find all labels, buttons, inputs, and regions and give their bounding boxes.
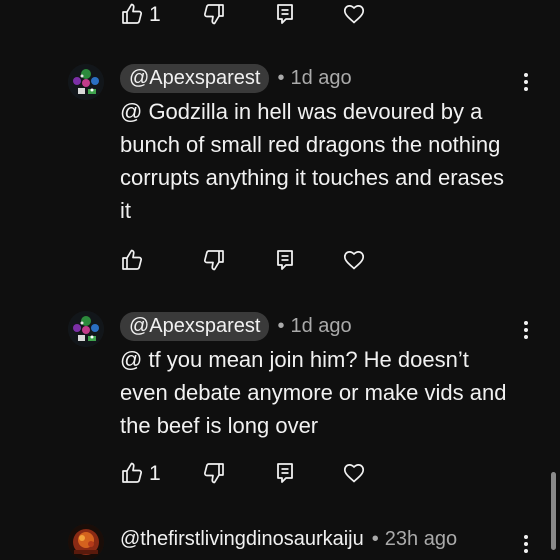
like-button[interactable]: 1 (120, 459, 161, 487)
thumbs-up-icon (120, 461, 144, 485)
user-avatar-image (68, 311, 104, 347)
comment-author-handle[interactable]: @Apexsparest (120, 311, 270, 341)
comment-author-handle[interactable]: @Apexsparest (120, 63, 270, 93)
thumbs-up-icon (120, 248, 144, 272)
heart-icon (342, 461, 366, 485)
like-count: 1 (149, 461, 161, 485)
avatar[interactable] (68, 64, 104, 100)
comment-meta: @Apexsparest • 1d ago (120, 311, 352, 341)
heart-icon (342, 2, 366, 26)
avatar[interactable] (68, 311, 104, 347)
reply-icon (273, 248, 297, 272)
like-button[interactable]: 1 (120, 0, 161, 28)
reply-button[interactable] (273, 0, 297, 28)
user-avatar-image (68, 64, 104, 100)
separator-dot: • (371, 527, 379, 550)
reply-icon (273, 2, 297, 26)
comment-author-handle[interactable]: @thefirstlivingdinosaurkaiju (120, 528, 364, 551)
reply-button[interactable] (273, 459, 297, 487)
more-vert-icon (518, 535, 534, 553)
scrollbar-thumb[interactable] (551, 472, 556, 550)
separator-dot: • (277, 314, 285, 337)
more-options-button[interactable] (518, 532, 534, 556)
comment-time[interactable]: 23h ago (385, 528, 457, 551)
comment-meta: @thefirstlivingdinosaurkaiju • 23h ago (120, 524, 457, 554)
thumbs-down-icon (202, 461, 226, 485)
avatar[interactable] (68, 524, 104, 560)
thumbs-down-icon (202, 2, 226, 26)
thumbs-up-icon (120, 2, 144, 26)
more-options-button[interactable] (518, 70, 534, 94)
separator-dot: • (277, 66, 285, 89)
user-avatar-image (68, 524, 104, 560)
like-button[interactable] (120, 246, 144, 274)
comment-text: @ tf you mean join him? He doesn’t even … (120, 347, 507, 438)
more-vert-icon (518, 73, 534, 91)
dislike-button[interactable] (202, 459, 226, 487)
comment-time[interactable]: 1d ago (291, 67, 352, 90)
heart-button[interactable] (342, 246, 366, 274)
reply-icon (273, 461, 297, 485)
like-count: 1 (149, 2, 161, 26)
dislike-button[interactable] (202, 246, 226, 274)
comment-text: @ Godzilla in hell was devoured by a bun… (120, 99, 505, 223)
comment-meta: @Apexsparest • 1d ago (120, 63, 352, 93)
comment-time[interactable]: 1d ago (291, 315, 352, 338)
more-options-button[interactable] (518, 318, 534, 342)
heart-button[interactable] (342, 0, 366, 28)
heart-icon (342, 248, 366, 272)
dislike-button[interactable] (202, 0, 226, 28)
reply-button[interactable] (273, 246, 297, 274)
heart-button[interactable] (342, 459, 366, 487)
thumbs-down-icon (202, 248, 226, 272)
more-vert-icon (518, 321, 534, 339)
